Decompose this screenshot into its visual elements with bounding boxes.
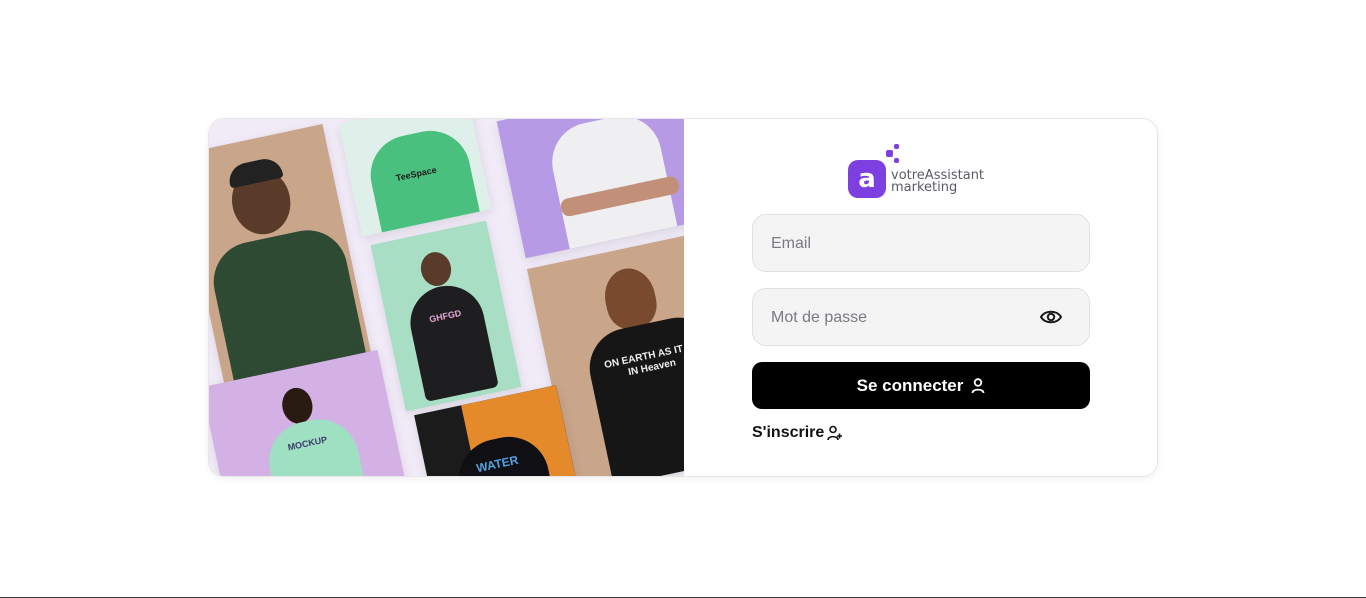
- eye-icon[interactable]: [1039, 306, 1063, 328]
- collage-tile-green-hoodie: TeeSpace: [338, 119, 492, 237]
- password-field-wrapper: [752, 288, 1090, 347]
- signup-label: S'inscrire: [752, 424, 825, 441]
- collage-tile-white-tee: [496, 119, 684, 259]
- email-field-wrapper: [752, 214, 1090, 273]
- user-plus-icon: [827, 425, 843, 441]
- brand-logo[interactable]: a votreAssistant marketing: [848, 144, 998, 201]
- login-button-label: Se connecter: [856, 375, 964, 395]
- logo-text: votreAssistant marketing: [891, 169, 984, 195]
- logo-line-2: marketing: [891, 180, 958, 195]
- user-icon: [971, 377, 985, 393]
- email-field[interactable]: [769, 215, 1033, 273]
- login-card: TeeSpace GHFGD ON EARTH AS IT IS IN Heav…: [208, 118, 1158, 477]
- signup-link[interactable]: S'inscrire: [752, 424, 843, 442]
- password-field[interactable]: [769, 289, 1033, 347]
- collage-tile-black-hoodie: GHFGD: [370, 220, 522, 412]
- login-button[interactable]: Se connecter: [752, 362, 1090, 409]
- logo-mark-icon: a: [848, 160, 886, 198]
- login-form-panel: a votreAssistant marketing Se connecter: [684, 119, 1157, 476]
- product-collage-image: TeeSpace GHFGD ON EARTH AS IT IS IN Heav…: [209, 119, 684, 476]
